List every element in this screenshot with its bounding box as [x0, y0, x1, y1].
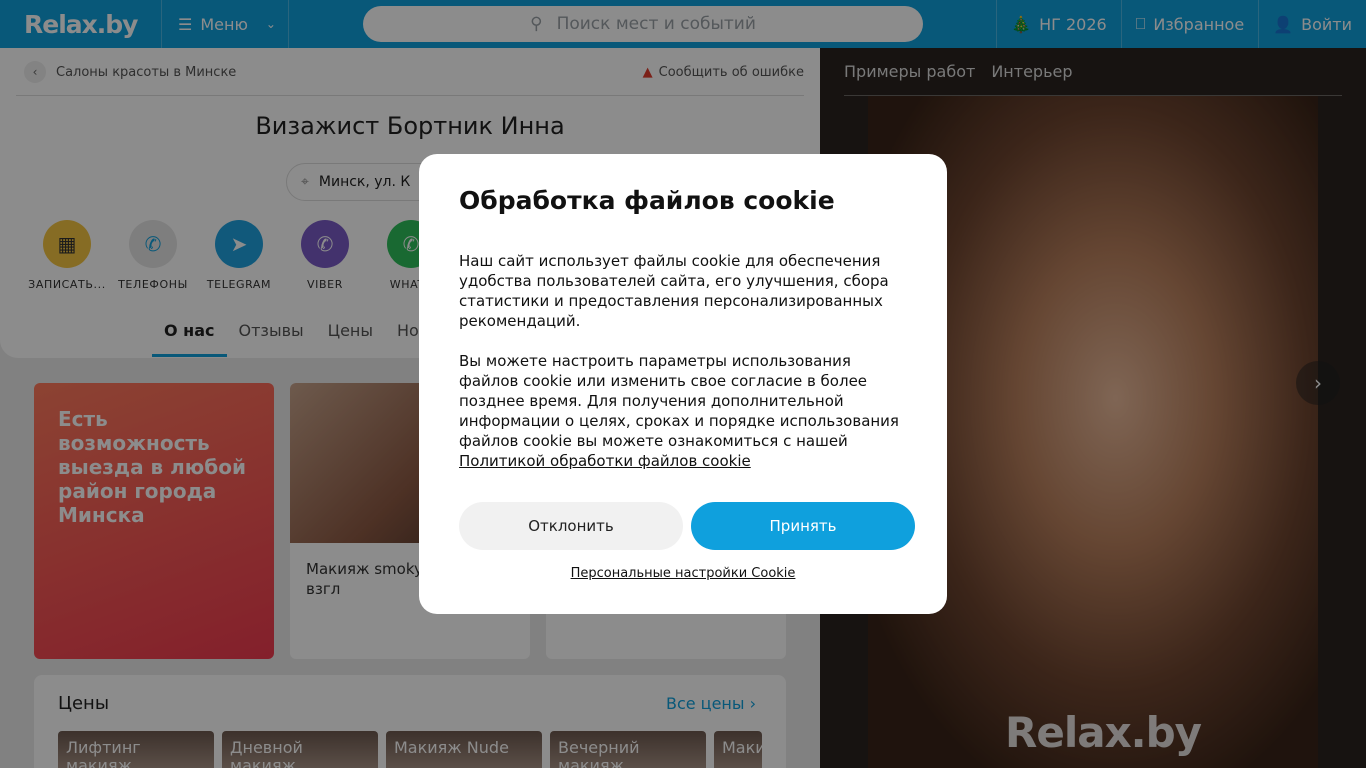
cookie-text-2: Вы можете настроить параметры использова… — [459, 351, 907, 471]
decline-button[interactable]: Отклонить — [459, 502, 683, 550]
cookie-text-1: Наш сайт использует файлы cookie для обе… — [459, 252, 889, 330]
cookie-dialog: Обработка файлов cookie Наш сайт использ… — [419, 154, 947, 614]
accept-button[interactable]: Принять — [691, 502, 915, 550]
cookie-policy-link[interactable]: Политикой обработки файлов cookie — [459, 452, 751, 470]
cookie-settings-link[interactable]: Персональные настройки Cookie — [419, 566, 947, 581]
cookie-title: Обработка файлов cookie — [459, 186, 835, 215]
cookie-text-2-body: Вы можете настроить параметры использова… — [459, 352, 899, 450]
